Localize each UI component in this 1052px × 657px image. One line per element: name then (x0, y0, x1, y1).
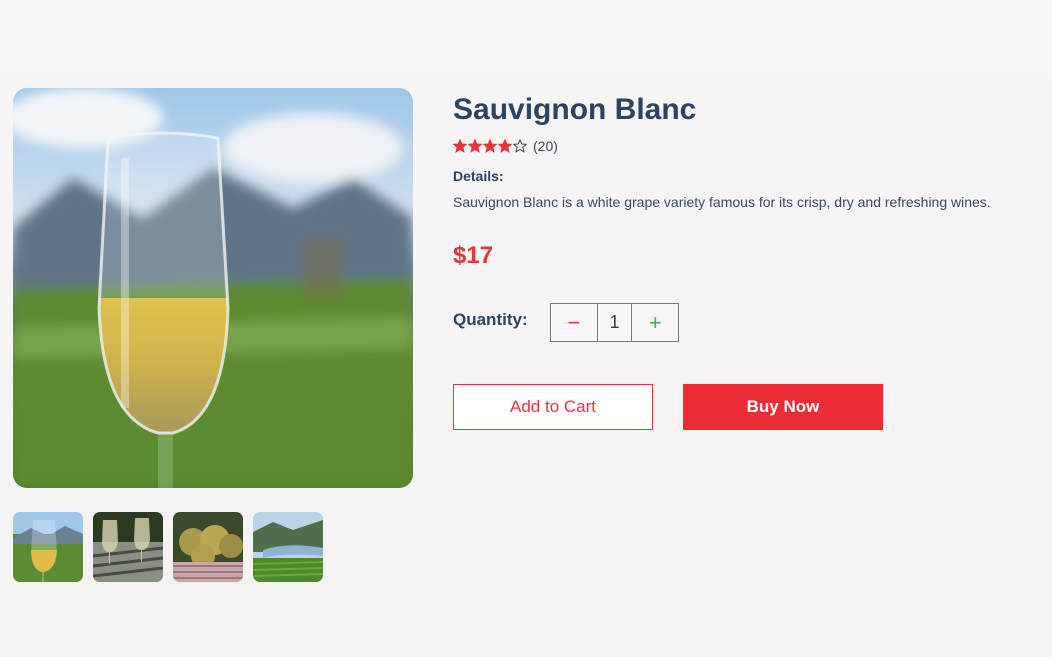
thumbnail-2[interactable] (93, 512, 163, 582)
product-price: $17 (453, 242, 494, 269)
main-product-image (13, 88, 413, 488)
action-buttons: Add to Cart Buy Now (453, 384, 883, 430)
quantity-value[interactable]: 1 (596, 304, 633, 341)
quantity-stepper: − 1 + (550, 303, 679, 342)
star-rating (453, 139, 527, 153)
increase-quantity-button[interactable]: + (632, 304, 678, 341)
thumbnail-1[interactable] (13, 512, 83, 582)
quantity-label: Quantity: (453, 310, 528, 329)
thumbnail-3[interactable] (173, 512, 243, 582)
star-filled-icon (483, 139, 497, 153)
product-description: Sauvignon Blanc is a white grape variety… (453, 194, 991, 210)
details-label: Details: (453, 168, 504, 184)
star-filled-icon (468, 139, 482, 153)
product-page: Sauvignon Blanc (20) Details: Sauvignon … (0, 0, 1052, 657)
review-count[interactable]: (20) (533, 138, 558, 154)
quantity-row: Quantity: − 1 + (453, 303, 679, 342)
thumbnail-strip (13, 512, 323, 582)
buy-now-button[interactable]: Buy Now (683, 384, 883, 430)
star-empty-icon (513, 139, 527, 153)
add-to-cart-button[interactable]: Add to Cart (453, 384, 653, 430)
thumbnail-4[interactable] (253, 512, 323, 582)
decrease-quantity-button[interactable]: − (551, 304, 597, 341)
product-title: Sauvignon Blanc (453, 93, 697, 126)
product-info: Sauvignon Blanc (20) Details: Sauvignon … (453, 88, 1043, 430)
rating: (20) (453, 137, 1043, 155)
star-filled-icon (453, 139, 467, 153)
star-filled-icon (498, 139, 512, 153)
